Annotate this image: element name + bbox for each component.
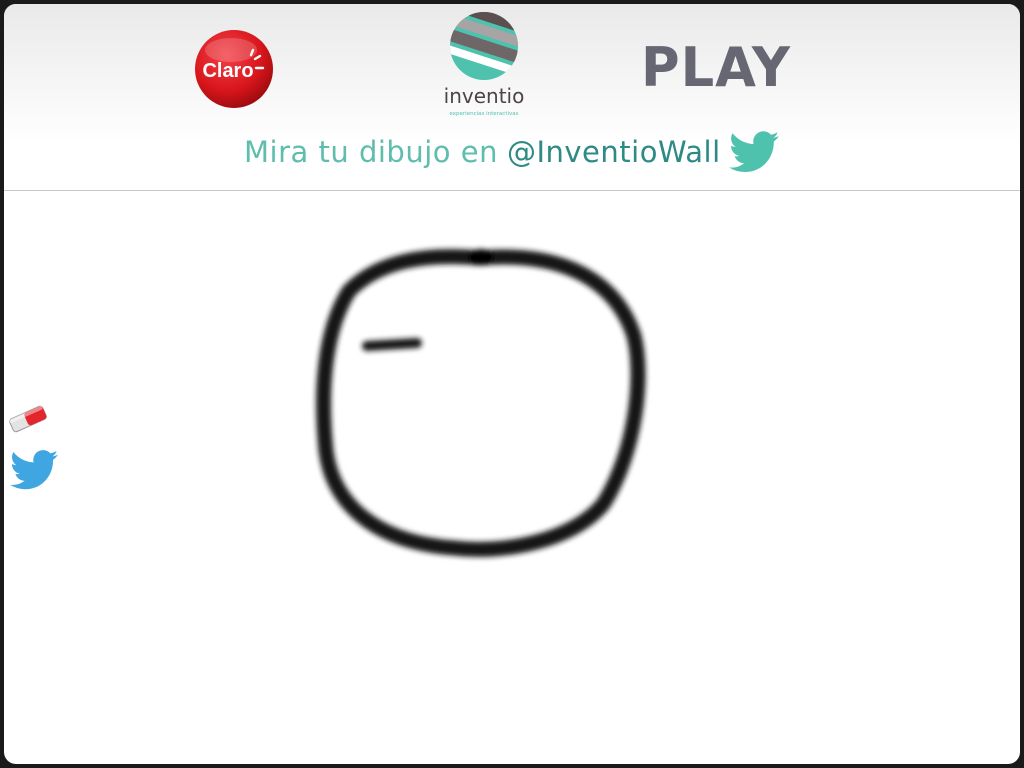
inventio-logo-name: inventio: [444, 84, 525, 108]
drawing-canvas[interactable]: [4, 191, 1020, 764]
header-banner: Claro inventio experiencias interactivas…: [4, 4, 1020, 191]
drawing-app-window: Claro inventio experiencias interactivas…: [4, 4, 1020, 764]
claro-logo: Claro: [195, 30, 273, 108]
tagline-text: Mira tu dibujo en: [244, 135, 498, 169]
drawn-dot-stroke: [469, 249, 493, 265]
drawn-dash-stroke: [362, 338, 422, 351]
twitter-bird-icon: [728, 131, 779, 172]
claro-logo-text: Claro: [202, 60, 253, 82]
tagline: Mira tu dibujo en @InventioWall: [244, 130, 779, 174]
twitter-icon[interactable]: [8, 450, 60, 490]
inventio-logo-tagline: experiencias interactivas: [450, 111, 519, 117]
inventio-logo: inventio experiencias interactivas: [444, 12, 525, 117]
play-logo: PLAY: [641, 36, 791, 96]
drawn-circle-stroke: [316, 249, 646, 557]
twitter-handle: @InventioWall: [506, 135, 721, 169]
play-logo-text: PLAY: [641, 36, 791, 96]
eraser-icon[interactable]: [4, 397, 52, 439]
